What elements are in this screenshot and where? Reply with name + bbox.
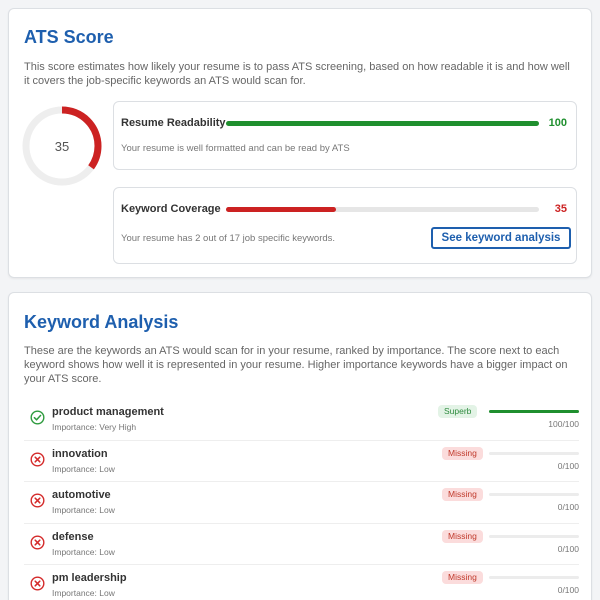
coverage-bar-fill <box>226 207 336 212</box>
readability-label: Resume Readability <box>121 117 226 129</box>
keyword-name: product management <box>52 406 164 418</box>
ats-score-value: 35 <box>54 138 70 154</box>
keyword-score: 100/100 <box>548 419 579 429</box>
keyword-row: defense Importance: Low Missing 0/100 <box>24 524 579 565</box>
keyword-status-badge: Missing <box>442 488 483 501</box>
keyword-status-badge: Missing <box>442 446 483 460</box>
coverage-score: 35 <box>554 203 567 215</box>
keyword-importance: Importance: Low <box>52 463 115 474</box>
coverage-bar <box>226 207 539 212</box>
keyword-score-bar <box>489 534 579 538</box>
keyword-importance: Importance: Low <box>52 546 115 557</box>
ats-score-card: ATS Score This score estimates how likel… <box>8 8 592 278</box>
x-circle-icon <box>30 493 45 508</box>
keyword-status-badge: Missing <box>442 529 483 543</box>
see-keyword-analysis-button[interactable]: See keyword analysis <box>431 227 571 249</box>
keyword-analysis-description: These are the keywords an ATS would scan… <box>24 345 568 385</box>
keyword-importance: Importance: Very High <box>52 422 137 432</box>
keyword-score: 0/100 <box>557 460 579 471</box>
coverage-panel: Keyword Coverage 35 Your resume has 2 ou… <box>113 187 577 264</box>
ats-score-donut: 35 <box>21 105 103 187</box>
ats-score-description: This score estimates how likely your res… <box>24 61 570 87</box>
keyword-row: product management Importance: Very High S… <box>24 399 579 441</box>
keyword-name: innovation <box>52 447 108 460</box>
keyword-status-badge: Superb <box>438 405 478 418</box>
keyword-analysis-card: Keyword Analysis These are the keywords … <box>8 292 592 600</box>
keyword-row: pm leadership Importance: Low Missing 0/100 <box>24 565 579 600</box>
keyword-list: product management Importance: Very High S… <box>24 399 579 600</box>
readability-bar <box>226 121 539 126</box>
keyword-score-bar <box>489 493 579 496</box>
keyword-importance: Importance: Low <box>52 505 115 515</box>
keyword-score: 0/100 <box>557 502 579 512</box>
x-circle-icon <box>30 451 45 467</box>
keyword-name: pm leadership <box>52 572 127 584</box>
x-circle-icon <box>30 534 45 550</box>
keyword-score-bar-fill <box>489 410 579 413</box>
keyword-score: 0/100 <box>557 543 579 554</box>
keyword-score-bar <box>489 576 579 579</box>
readability-bar-fill <box>226 121 539 126</box>
ats-score-title: ATS Score <box>24 27 114 47</box>
coverage-label: Keyword Coverage <box>121 203 221 215</box>
keyword-name: defense <box>52 530 94 543</box>
x-circle-icon <box>30 576 45 591</box>
keyword-row: innovation Importance: Low Missing 0/100 <box>24 441 579 482</box>
keyword-score: 0/100 <box>557 585 579 595</box>
keyword-importance: Importance: Low <box>52 588 115 598</box>
readability-note: Your resume is well formatted and can be… <box>121 143 350 154</box>
readability-panel: Resume Readability 100 Your resume is we… <box>113 101 577 170</box>
keyword-status-badge: Missing <box>442 571 483 584</box>
readability-score: 100 <box>548 117 567 129</box>
keyword-score-bar <box>489 451 579 455</box>
keyword-analysis-title: Keyword Analysis <box>24 312 179 332</box>
keyword-score-bar <box>489 410 579 413</box>
keyword-name: automotive <box>52 489 111 501</box>
check-circle-icon <box>30 410 45 425</box>
coverage-note: Your resume has 2 out of 17 job specific… <box>121 233 336 244</box>
keyword-row: automotive Importance: Low Missing 0/100 <box>24 482 579 524</box>
